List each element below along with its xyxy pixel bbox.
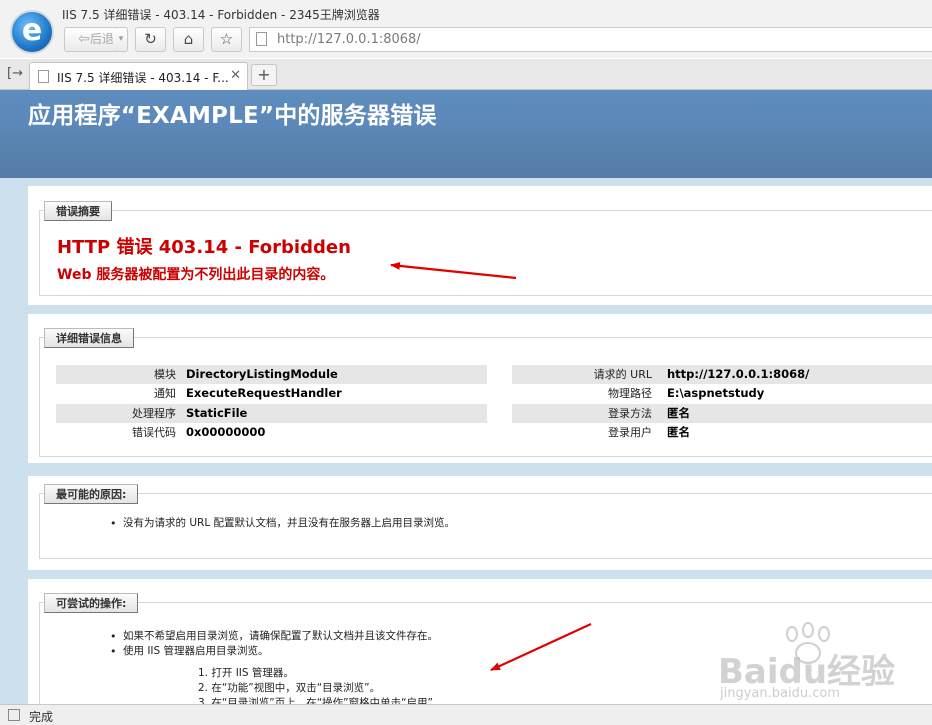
- home-button[interactable]: ⌂: [173, 27, 204, 52]
- favorite-button[interactable]: ☆: [211, 27, 242, 52]
- home-icon: ⌂: [183, 30, 194, 48]
- tab-close-icon[interactable]: ✕: [230, 68, 241, 83]
- address-bar[interactable]: http://127.0.0.1:8068/: [249, 27, 932, 52]
- address-url[interactable]: http://127.0.0.1:8068/: [277, 32, 421, 47]
- star-icon: ☆: [219, 30, 234, 48]
- browser-titlebar: e IIS 7.5 详细错误 - 403.14 - Forbidden - 23…: [0, 0, 932, 58]
- back-arrow-icon: ⇦: [78, 31, 90, 47]
- tab-label: IIS 7.5 详细错误 - 403.14 - F...: [57, 71, 229, 85]
- page-viewport[interactable]: 应用程序“EXAMPLE”中的服务器错误 错误摘要 HTTP 错误 403.14…: [0, 90, 932, 704]
- refresh-button[interactable]: ↻: [135, 27, 166, 52]
- tab-bar: [→ IIS 7.5 详细错误 - 403.14 - F... ✕ +: [0, 59, 932, 90]
- status-text: 完成: [29, 710, 54, 724]
- back-dropdown-button[interactable]: ▾: [115, 27, 128, 52]
- watermark-url: jingyan.baidu.com: [720, 686, 840, 701]
- new-tab-button[interactable]: +: [251, 64, 277, 86]
- refresh-icon: ↻: [144, 30, 157, 48]
- annotation-arrow-2: [490, 623, 592, 671]
- tab-active[interactable]: IIS 7.5 详细错误 - 403.14 - F... ✕: [29, 62, 248, 90]
- window-title: IIS 7.5 详细错误 - 403.14 - Forbidden - 2345…: [62, 8, 380, 22]
- tab-page-icon: [38, 70, 49, 83]
- annotation-arrow-1: [390, 261, 517, 280]
- annotation-arrows: [390, 261, 592, 671]
- status-icon: [8, 709, 20, 721]
- plus-icon: +: [257, 65, 271, 84]
- back-button-label: 后退: [89, 32, 114, 46]
- sidebar-toggle-icon[interactable]: [→: [7, 66, 23, 81]
- baidu-watermark: Baidu经验 jingyan.baidu.com: [718, 620, 908, 704]
- browser-logo-icon: e: [10, 10, 54, 54]
- page-icon: [256, 32, 267, 46]
- status-bar: 完成: [0, 704, 932, 725]
